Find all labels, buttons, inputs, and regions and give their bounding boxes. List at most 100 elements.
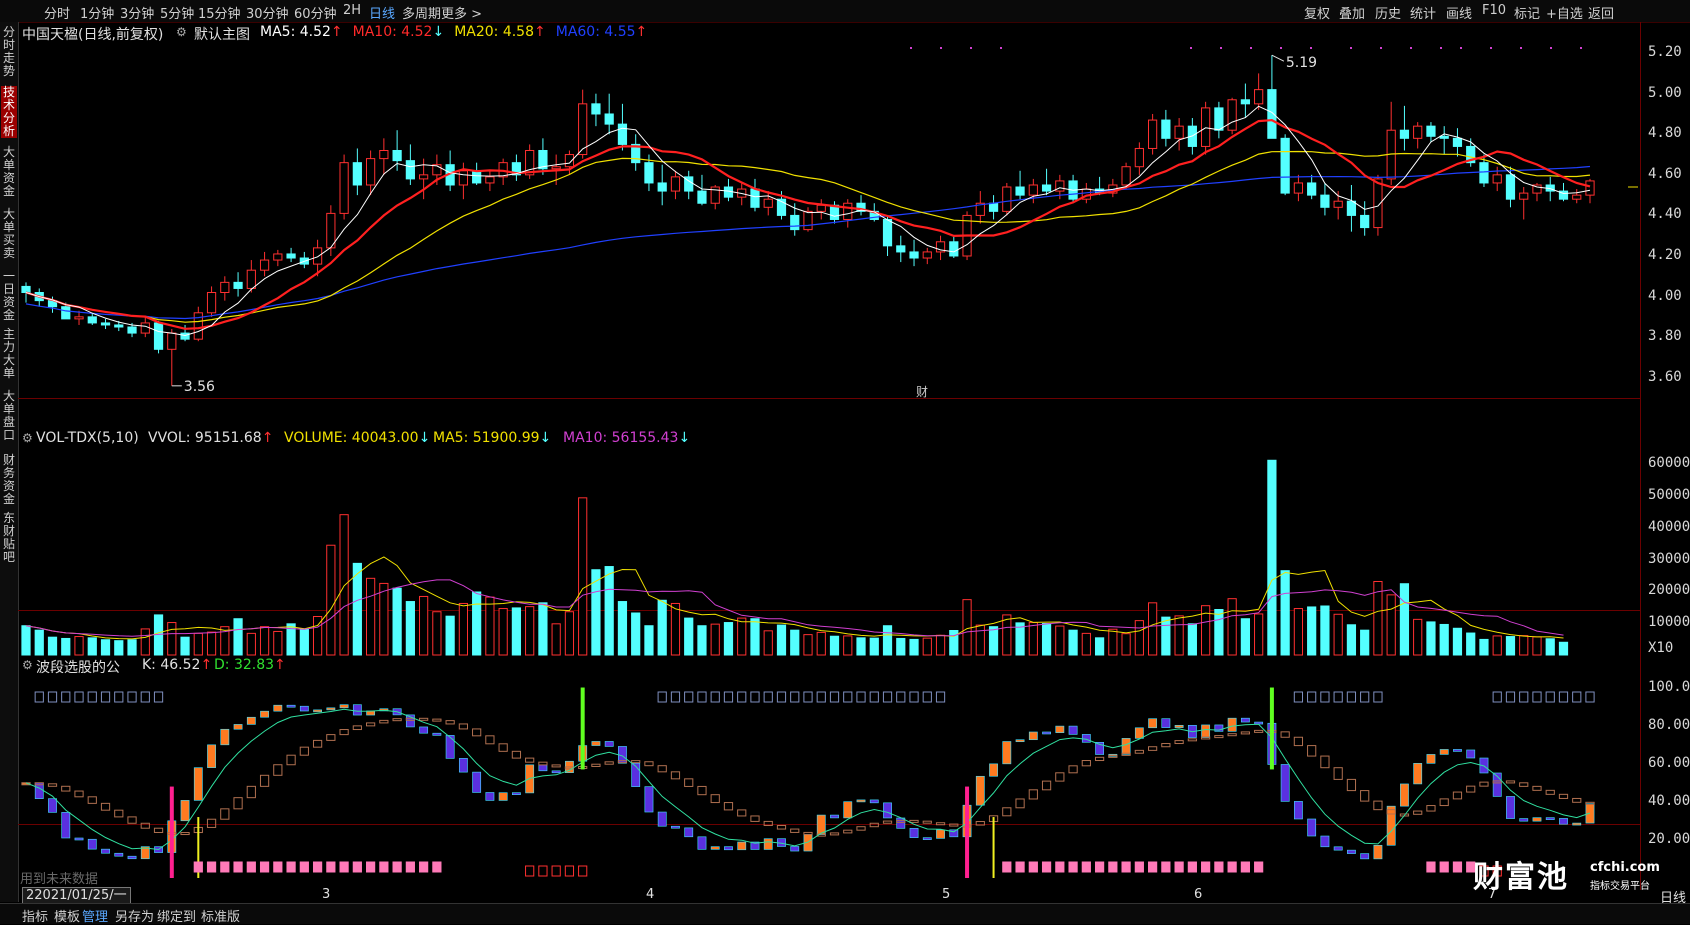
candles-layer: [21, 55, 1595, 386]
bottom-box-strip: [352, 861, 362, 873]
volume-bar: [1280, 570, 1290, 656]
candle-body: [140, 322, 150, 334]
volume-bar: [1320, 605, 1330, 656]
top-box-strip: [1572, 691, 1582, 703]
slow-step-box: [1373, 800, 1383, 811]
stock-chart-canvas[interactable]: 5.19 3.56 财: [0, 0, 1690, 923]
top-box-strip: [1293, 691, 1304, 703]
volume-bar: [1307, 606, 1317, 656]
k-step-bar: [1293, 801, 1303, 820]
k-step-bar: [352, 704, 362, 716]
volume-bar: [180, 636, 190, 656]
candle-body: [1479, 162, 1489, 184]
k-step-bar: [1400, 783, 1409, 807]
candle-body: [988, 202, 999, 212]
volume-bar: [829, 635, 840, 656]
top-box-strip: [670, 691, 681, 703]
signal-dot: [1350, 47, 1352, 49]
volume-bar: [723, 622, 734, 656]
top-box-strip: [829, 691, 840, 703]
template-button-2[interactable]: 管理: [82, 906, 108, 925]
volume-bar: [538, 602, 548, 656]
candle-body: [1293, 182, 1304, 194]
slow-step-box: [1227, 733, 1237, 737]
volume-bar: [1505, 636, 1516, 656]
volume-bar: [776, 624, 787, 656]
k-step-bar: [1333, 846, 1343, 851]
volume-bar: [909, 638, 919, 656]
volume-bar: [498, 608, 508, 656]
top-box-strip: [1360, 691, 1370, 703]
indicator-tick-label: 20.00: [1648, 830, 1690, 847]
candle-body: [1519, 192, 1529, 200]
slow-step-box: [233, 797, 243, 810]
volume-bar: [432, 611, 442, 656]
candle-body: [246, 269, 256, 289]
k-step-bar: [458, 758, 468, 773]
slow-step-box: [61, 785, 71, 792]
volume-bar: [1519, 635, 1529, 656]
k-step-bar: [1572, 822, 1582, 826]
bottom-box-strip: [1028, 861, 1038, 873]
k-step-bar: [1439, 749, 1449, 755]
k-step-bar: [1545, 817, 1555, 820]
bottom-box-strip: [1108, 861, 1118, 873]
k-step-bar: [856, 799, 866, 803]
volume-bar: [1492, 635, 1502, 656]
volume-bar: [1360, 629, 1370, 656]
indicator-tick-label: 100.0: [1648, 678, 1690, 695]
volume-bar: [206, 631, 217, 656]
top-box-strip: [763, 691, 773, 703]
bottom-box-strip: [538, 865, 548, 877]
slow-step-box: [220, 808, 230, 820]
signal-dot: [1580, 47, 1582, 49]
volume-bar: [737, 617, 747, 656]
k-step-bar: [101, 848, 110, 854]
k-step-bar: [1227, 717, 1237, 732]
volume-bar: [710, 623, 720, 656]
candle-body: [1505, 174, 1516, 200]
volume-tick-label: 60000: [1648, 455, 1690, 472]
slow-step-box: [259, 774, 270, 787]
candle-body: [458, 170, 468, 186]
volume-bar: [1267, 459, 1277, 656]
bottom-box-strip: [564, 865, 575, 877]
slow-step-box: [1532, 785, 1542, 791]
k-step-bar: [246, 716, 256, 725]
k-step-bar: [445, 735, 455, 759]
top-box-strip: [723, 691, 734, 703]
slow-step-box: [750, 815, 760, 822]
k-step-bar: [1373, 844, 1383, 860]
watermark-site: cfchi.com: [1590, 860, 1660, 875]
slow-step-box: [140, 822, 150, 829]
volume-bar: [1028, 622, 1038, 656]
volume-bar: [87, 637, 97, 656]
candle-body: [670, 176, 681, 192]
slow-step-box: [856, 826, 866, 831]
slow-step-box: [935, 822, 946, 826]
volume-bar: [1532, 636, 1542, 656]
volume-bar: [1174, 615, 1184, 656]
volume-bar: [684, 617, 694, 656]
template-button-0[interactable]: 指标: [22, 906, 48, 925]
volume-tick-label: 10000: [1648, 614, 1690, 631]
signal-dot: [1310, 47, 1312, 49]
candle-body: [1028, 184, 1038, 196]
volume-bar: [962, 599, 972, 656]
k-step-bar: [61, 812, 71, 839]
volume-bar: [458, 602, 468, 656]
signal-dot: [1520, 47, 1522, 49]
template-button-5[interactable]: 标准版: [201, 906, 240, 925]
template-button-3[interactable]: 另存为: [115, 906, 154, 925]
volume-bar: [617, 601, 628, 656]
k-step-bar: [260, 710, 269, 718]
finance-event-marker[interactable]: 财: [916, 385, 928, 399]
slow-step-box: [445, 720, 455, 725]
volume-bar: [1148, 602, 1158, 656]
template-button-1[interactable]: 模板: [54, 906, 80, 925]
top-box-strip: [896, 691, 906, 703]
template-button-4[interactable]: 绑定到: [157, 906, 196, 925]
slow-step-box: [843, 829, 853, 834]
bottom-box-strip: [1214, 861, 1224, 873]
volume-bar: [697, 625, 707, 656]
